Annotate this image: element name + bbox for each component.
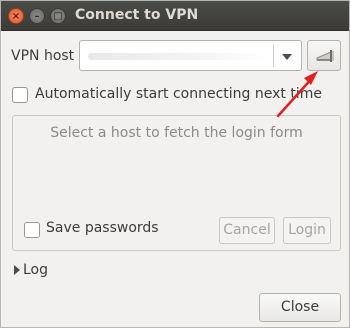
window-maximize-icon[interactable]: □ (50, 8, 66, 24)
cancel-button[interactable]: Cancel (219, 217, 275, 244)
connect-icon (316, 50, 334, 62)
vpn-host-value (88, 53, 268, 60)
vpn-host-label: VPN host (11, 48, 75, 64)
log-expander[interactable]: Log (23, 262, 48, 278)
auto-connect-label[interactable]: Automatically start connecting next time (35, 86, 322, 102)
connect-button[interactable] (307, 40, 341, 71)
triangle-right-icon[interactable] (14, 265, 20, 275)
save-passwords-checkbox[interactable] (24, 222, 40, 238)
window-minimize-icon[interactable]: – (29, 8, 45, 24)
title-bar: × – □ Connect to VPN (1, 1, 349, 31)
window-title: Connect to VPN (75, 7, 199, 23)
combo-divider (273, 45, 274, 67)
chevron-down-icon[interactable] (282, 54, 292, 60)
login-form-hint: Select a host to fetch the login form (50, 125, 303, 141)
close-button[interactable]: Close (259, 293, 341, 322)
vpn-dialog: × – □ Connect to VPN VPN host Automatica… (0, 0, 350, 328)
login-button[interactable]: Login (283, 217, 331, 244)
vpn-host-combobox[interactable] (79, 40, 302, 71)
window-close-icon[interactable]: × (8, 8, 24, 24)
login-form-frame: Select a host to fetch the login form Sa… (12, 115, 341, 251)
save-passwords-label[interactable]: Save passwords (46, 220, 159, 236)
auto-connect-checkbox[interactable] (12, 87, 28, 103)
